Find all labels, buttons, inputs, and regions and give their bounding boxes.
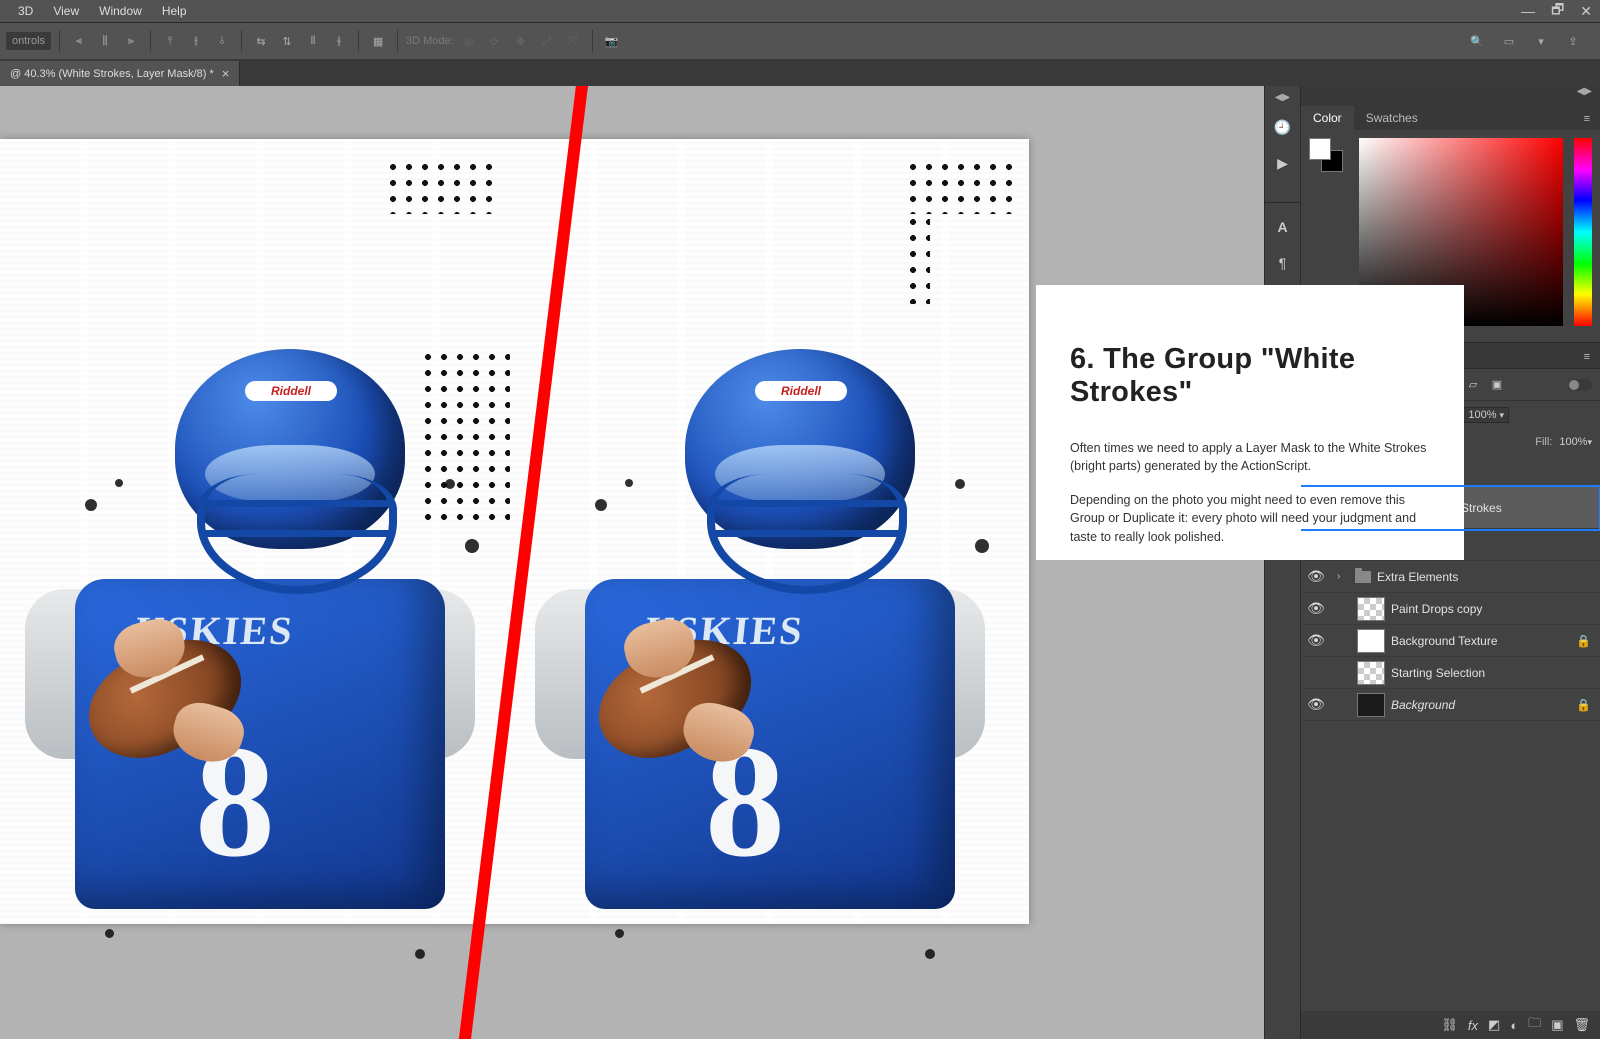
canvas-area[interactable]: USKIES 8 Riddell bbox=[0, 86, 1264, 1039]
arrange-documents-icon[interactable]: ▭ bbox=[1498, 30, 1520, 52]
minimize-button[interactable]: — bbox=[1521, 3, 1535, 19]
lock-indicator-icon: 🔒 bbox=[1576, 634, 1592, 648]
distribute-v-icon[interactable]: ⇅ bbox=[276, 30, 298, 52]
pan-icon: ✥ bbox=[510, 30, 532, 52]
distribute-h-icon[interactable]: ⇆ bbox=[250, 30, 272, 52]
character-panel-icon[interactable]: A bbox=[1271, 215, 1295, 239]
document-canvas[interactable]: USKIES 8 Riddell bbox=[0, 139, 1029, 924]
align-left-icon[interactable]: ⫷ bbox=[68, 30, 90, 52]
filter-shape-icon[interactable]: ▱ bbox=[1464, 376, 1482, 394]
align-top-icon[interactable]: ⫯ bbox=[159, 30, 181, 52]
artwork-after: USKIES 8 Riddell bbox=[510, 139, 1029, 924]
orbit-icon: ◎ bbox=[458, 30, 480, 52]
color-panel-menu-icon[interactable]: ≡ bbox=[1574, 108, 1600, 130]
tab-color[interactable]: Color bbox=[1301, 106, 1354, 130]
layer-name[interactable]: Background bbox=[1391, 698, 1570, 712]
actions-panel-icon[interactable]: ▶ bbox=[1271, 151, 1295, 175]
visibility-toggle[interactable]: 👁 bbox=[1301, 600, 1331, 617]
foreground-color-swatch[interactable] bbox=[1309, 138, 1331, 160]
align-bottom-icon[interactable]: ⫰ bbox=[211, 30, 233, 52]
expand-toggle[interactable]: › bbox=[1337, 571, 1349, 582]
layer-thumb[interactable] bbox=[1357, 661, 1385, 685]
layer-fx-icon[interactable]: fx bbox=[1468, 1018, 1478, 1033]
document-tab-bar: @ 40.3% (White Strokes, Layer Mask/8) * … bbox=[0, 59, 1600, 86]
history-panel-icon[interactable]: 🕘 bbox=[1271, 115, 1295, 139]
dist-space-v-icon[interactable]: ⫳ bbox=[328, 30, 350, 52]
tutorial-paragraph: Often times we need to apply a Layer Mas… bbox=[1070, 439, 1430, 475]
color-panel-tabs: Color Swatches ≡ bbox=[1301, 104, 1600, 130]
collapsed-panel-column: ◀▶ 🕘 ▶ A ¶ ⬚ ◉ bbox=[1264, 86, 1300, 1039]
new-adjustment-icon[interactable]: ◐ bbox=[1510, 1018, 1518, 1033]
add-mask-icon[interactable]: ◩ bbox=[1488, 1017, 1500, 1033]
slide-icon: ⤢ bbox=[536, 30, 558, 52]
new-layer-icon[interactable]: ▣ bbox=[1551, 1017, 1563, 1033]
properties-panel-menu-icon[interactable]: ≡ bbox=[1574, 346, 1600, 368]
hue-slider[interactable] bbox=[1574, 138, 1592, 326]
layer-filter-toggle[interactable] bbox=[1568, 379, 1592, 391]
tutorial-title: 6. The Group "White Strokes" bbox=[1070, 343, 1430, 409]
layer-name[interactable]: Extra Elements bbox=[1377, 570, 1592, 584]
zoom-3d-icon: ⤧ bbox=[562, 30, 584, 52]
filter-smart-icon[interactable]: ▣ bbox=[1488, 376, 1506, 394]
folder-icon bbox=[1355, 571, 1371, 583]
visibility-toggle[interactable]: 👁 bbox=[1301, 568, 1331, 585]
tab-swatches[interactable]: Swatches bbox=[1354, 106, 1430, 130]
3d-mode-label: 3D Mode: bbox=[406, 35, 454, 47]
visibility-toggle[interactable]: 👁 bbox=[1301, 632, 1331, 649]
right-panels: ◀▶ Color Swatches ≡ Properties Adjustmen… bbox=[1300, 86, 1600, 1039]
visibility-toggle[interactable]: 👁 bbox=[1301, 696, 1331, 713]
document-tab[interactable]: @ 40.3% (White Strokes, Layer Mask/8) * … bbox=[0, 61, 240, 86]
fill-label: Fill: bbox=[1535, 436, 1552, 448]
align-center-h-icon[interactable]: ⫼ bbox=[94, 30, 116, 52]
layer-row-background-texture[interactable]: 👁 Background Texture 🔒 bbox=[1301, 625, 1600, 657]
search-icon[interactable]: 🔍 bbox=[1466, 30, 1488, 52]
link-layers-icon[interactable]: ⛓ bbox=[1441, 1017, 1458, 1033]
window-controls: — 🗗 ✕ bbox=[1521, 0, 1592, 22]
close-button[interactable]: ✕ bbox=[1580, 3, 1592, 20]
document-tab-title: @ 40.3% (White Strokes, Layer Mask/8) * bbox=[10, 68, 214, 80]
layer-row-background[interactable]: 👁 Background 🔒 bbox=[1301, 689, 1600, 721]
layer-row-extra-elements[interactable]: 👁 › Extra Elements bbox=[1301, 561, 1600, 593]
align-right-icon[interactable]: ⫸ bbox=[120, 30, 142, 52]
layer-thumb[interactable] bbox=[1357, 597, 1385, 621]
layers-panel-footer: ⛓ fx ◩ ◐ 🗀 ▣ 🗑 bbox=[1301, 1011, 1600, 1039]
layer-row-paint-drops-copy[interactable]: 👁 Paint Drops copy bbox=[1301, 593, 1600, 625]
artwork-before: USKIES 8 Riddell bbox=[0, 139, 510, 924]
share-icon[interactable]: ⇪ bbox=[1562, 30, 1584, 52]
layer-name[interactable]: Paint Drops copy bbox=[1391, 602, 1592, 616]
controls-label: ontrols bbox=[6, 32, 51, 50]
fg-bg-swatch[interactable] bbox=[1309, 138, 1343, 172]
tutorial-overlay: 6. The Group "White Strokes" Often times… bbox=[1036, 285, 1464, 560]
layer-row-starting-selection[interactable]: Starting Selection bbox=[1301, 657, 1600, 689]
fill-field[interactable]: 100%▾ bbox=[1559, 436, 1592, 448]
close-tab-icon[interactable]: × bbox=[222, 66, 230, 81]
lock-indicator-icon: 🔒 bbox=[1576, 698, 1592, 712]
layer-thumb[interactable] bbox=[1357, 693, 1385, 717]
menu-bar: 3D View Window Help — 🗗 ✕ bbox=[0, 0, 1600, 22]
roll-icon: ⟳ bbox=[484, 30, 506, 52]
delete-layer-icon[interactable]: 🗑 bbox=[1573, 1017, 1590, 1033]
menu-help[interactable]: Help bbox=[152, 4, 197, 18]
workspace-icon[interactable]: ▾ bbox=[1530, 30, 1552, 52]
menu-view[interactable]: View bbox=[43, 4, 89, 18]
auto-align-icon[interactable]: ▦ bbox=[367, 30, 389, 52]
menu-window[interactable]: Window bbox=[89, 4, 152, 18]
options-bar: ontrols ⫷ ⫼ ⫸ ⫯ ⫲ ⫰ ⇆ ⇅ ⫴ ⫳ ▦ 3D Mode: ◎… bbox=[0, 22, 1600, 59]
menu-3d[interactable]: 3D bbox=[8, 4, 43, 18]
layer-name[interactable]: Starting Selection bbox=[1391, 666, 1592, 680]
main-area: USKIES 8 Riddell bbox=[0, 86, 1600, 1039]
new-group-icon[interactable]: 🗀 bbox=[1528, 1014, 1541, 1036]
opacity-field[interactable]: 100%▾ bbox=[1463, 407, 1509, 423]
align-middle-icon[interactable]: ⫲ bbox=[185, 30, 207, 52]
restore-button[interactable]: 🗗 bbox=[1551, 0, 1564, 23]
paragraph-panel-icon[interactable]: ¶ bbox=[1271, 251, 1295, 275]
layer-thumb[interactable] bbox=[1357, 629, 1385, 653]
layer-name[interactable]: Background Texture bbox=[1391, 634, 1570, 648]
tutorial-paragraph: Depending on the photo you might need to… bbox=[1070, 491, 1430, 545]
camera-icon: 📷 bbox=[601, 30, 623, 52]
dist-space-h-icon[interactable]: ⫴ bbox=[302, 30, 324, 52]
